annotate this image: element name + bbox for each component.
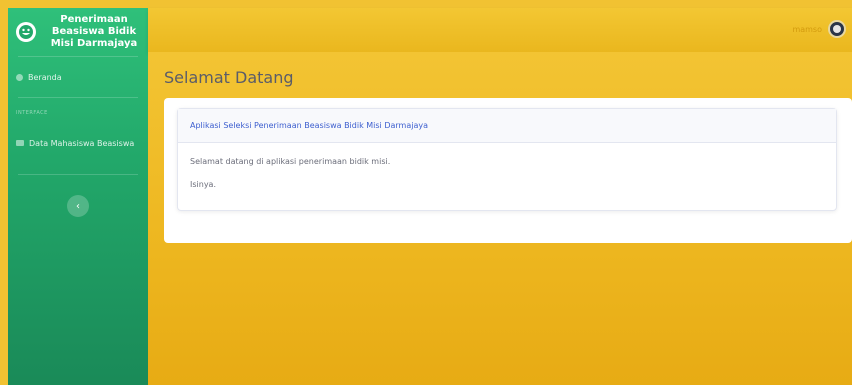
welcome-card: Aplikasi Seleksi Penerimaan Beasiswa Bid… — [177, 108, 837, 211]
topbar: mamso — [148, 8, 852, 52]
home-icon — [16, 73, 23, 81]
card-text-line: Isinya. — [190, 180, 216, 189]
sidebar-item-data-mahasiswa[interactable]: Data Mahasiswa Beasiswa — [8, 126, 148, 160]
brand-title: Penerimaan Beasiswa Bidik Misi Darmajaya — [50, 14, 138, 49]
sidebar-item-beranda[interactable]: Beranda — [8, 57, 148, 97]
user-menu[interactable]: mamso — [792, 20, 846, 38]
smile-icon — [16, 22, 36, 42]
sidebar-item-label: Beranda — [28, 72, 62, 82]
avatar — [828, 20, 846, 38]
page-title: Selamat Datang — [164, 68, 294, 87]
sidebar-item-label: Data Mahasiswa Beasiswa — [29, 138, 135, 148]
card-text-line: Selamat datang di aplikasi penerimaan bi… — [190, 157, 391, 166]
user-name: mamso — [792, 24, 822, 34]
sidebar-heading: INTERFACE — [16, 110, 48, 116]
sidebar-divider — [18, 174, 138, 175]
chevron-left-icon: ‹ — [76, 200, 80, 212]
card-header: Aplikasi Seleksi Penerimaan Beasiswa Bid… — [178, 109, 836, 143]
content-panel: Aplikasi Seleksi Penerimaan Beasiswa Bid… — [164, 98, 852, 243]
sidebar: Penerimaan Beasiswa Bidik Misi Darmajaya… — [8, 8, 148, 385]
card-body: Selamat datang di aplikasi penerimaan bi… — [178, 143, 836, 217]
sidebar-toggle-button[interactable]: ‹ — [67, 195, 89, 217]
table-icon — [16, 140, 24, 146]
main-content: Selamat Datang Aplikasi Seleksi Penerima… — [148, 52, 852, 385]
sidebar-brand[interactable]: Penerimaan Beasiswa Bidik Misi Darmajaya — [8, 8, 148, 56]
